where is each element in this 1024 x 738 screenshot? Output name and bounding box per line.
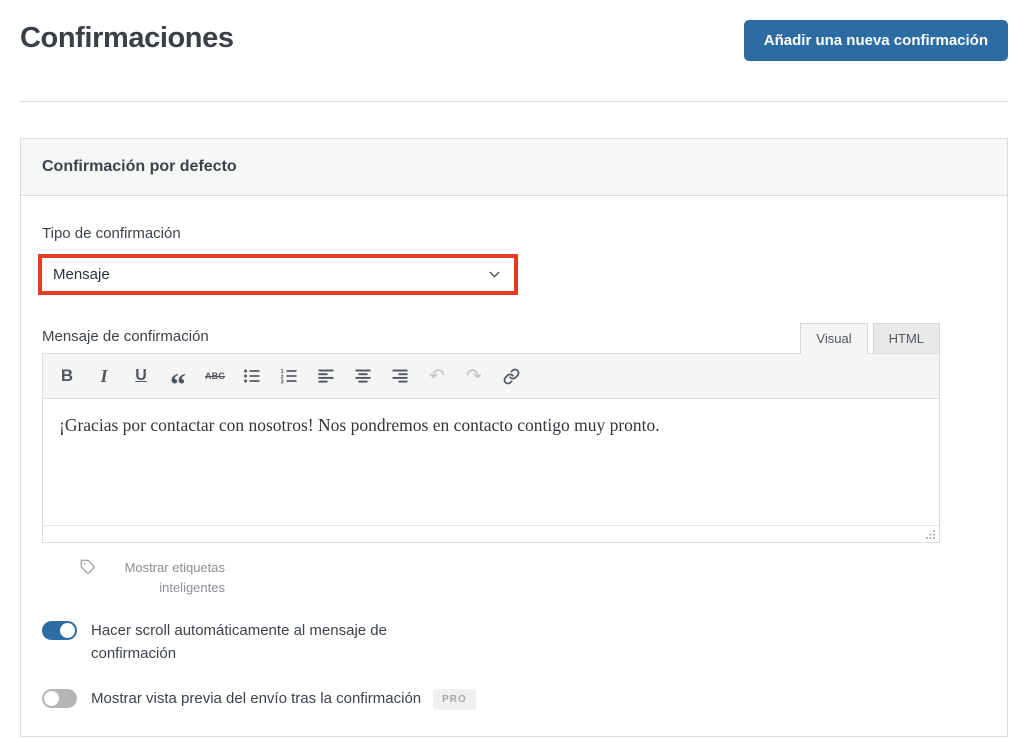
confirmation-type-label: Tipo de confirmación xyxy=(42,225,986,242)
auto-scroll-label: Hacer scroll automáticamente al mensaje … xyxy=(91,620,443,665)
message-editor: B I U “ ABC 123 xyxy=(42,353,940,543)
confirmation-type-value: Mensaje xyxy=(53,266,110,283)
add-confirmation-button[interactable]: Añadir una nueva confirmación xyxy=(744,20,1008,61)
toggle-knob xyxy=(44,691,59,706)
resize-grip-icon[interactable] xyxy=(925,529,936,540)
default-confirmation-panel: Confirmación por defecto Tipo de confirm… xyxy=(20,138,1008,737)
page: Confirmaciones Añadir una nueva confirma… xyxy=(0,0,1024,737)
bold-icon[interactable]: B xyxy=(52,362,82,390)
editor-toolbar: B I U “ ABC 123 xyxy=(43,354,939,399)
blockquote-icon[interactable]: “ xyxy=(163,362,193,390)
align-left-icon[interactable] xyxy=(311,362,341,390)
tab-visual[interactable]: Visual xyxy=(800,323,867,354)
bullet-list-icon[interactable] xyxy=(237,362,267,390)
editor-mode-tabs: Visual HTML xyxy=(800,323,940,353)
undo-icon[interactable]: ↶ xyxy=(422,362,452,390)
confirmation-message-label: Mensaje de confirmación xyxy=(42,328,209,353)
topbar: Confirmaciones Añadir una nueva confirma… xyxy=(20,12,1008,61)
underline-icon[interactable]: U xyxy=(126,362,156,390)
editor-statusbar xyxy=(43,525,939,542)
italic-icon[interactable]: I xyxy=(89,362,119,390)
confirmation-type-select[interactable]: Mensaje xyxy=(42,258,514,291)
svg-text:3: 3 xyxy=(281,380,284,385)
ordered-list-icon[interactable]: 123 xyxy=(274,362,304,390)
pro-badge: PRO xyxy=(433,689,476,710)
show-smart-tags-link[interactable]: Mostrar etiquetas inteligentes xyxy=(80,558,986,597)
strikethrough-icon[interactable]: ABC xyxy=(200,362,230,390)
link-icon[interactable] xyxy=(496,362,526,390)
confirmation-message-textarea[interactable]: ¡Gracias por contactar con nosotros! Nos… xyxy=(43,399,939,525)
align-right-icon[interactable] xyxy=(385,362,415,390)
auto-scroll-setting: Hacer scroll automáticamente al mensaje … xyxy=(42,620,986,665)
align-center-icon[interactable] xyxy=(348,362,378,390)
auto-scroll-toggle[interactable] xyxy=(42,621,77,640)
entry-preview-setting: Mostrar vista previa del envío tras la c… xyxy=(42,688,986,711)
toggle-knob xyxy=(60,623,75,638)
entry-preview-toggle[interactable] xyxy=(42,689,77,708)
redo-icon[interactable]: ↷ xyxy=(459,362,489,390)
message-field-header: Mensaje de confirmación Visual HTML xyxy=(42,323,940,353)
panel-header: Confirmación por defecto xyxy=(21,139,1007,196)
panel-body: Tipo de confirmación Mensaje Mensaje de … xyxy=(21,196,1007,736)
tag-icon xyxy=(80,559,96,575)
tab-html[interactable]: HTML xyxy=(873,323,940,353)
page-title: Confirmaciones xyxy=(20,22,234,55)
entry-preview-label: Mostrar vista previa del envío tras la c… xyxy=(91,688,421,711)
smart-tags-label: Mostrar etiquetas inteligentes xyxy=(103,558,225,597)
red-highlight-annotation: Mensaje xyxy=(38,254,518,295)
title-divider xyxy=(20,101,1008,102)
chevron-down-icon xyxy=(486,266,503,283)
